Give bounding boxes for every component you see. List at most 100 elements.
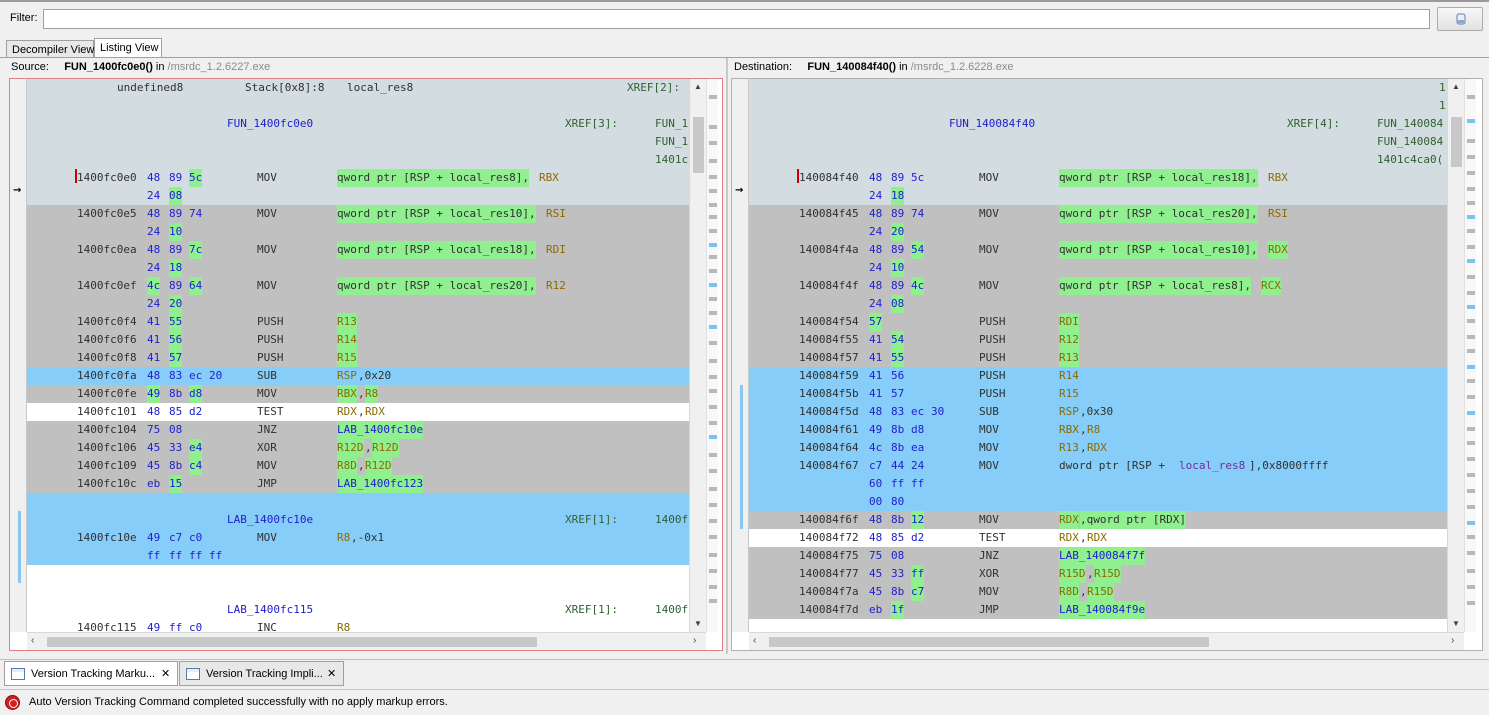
listing-cell[interactable]: RSI xyxy=(1268,205,1288,223)
overview-mark[interactable] xyxy=(709,229,717,233)
listing-cell[interactable]: 89 xyxy=(169,241,182,259)
listing-cell[interactable]: 56 xyxy=(891,367,904,385)
listing-cell[interactable]: 140084f7a xyxy=(799,583,859,601)
listing-cell[interactable]: MOV xyxy=(979,241,999,259)
listing-cell[interactable]: 08 xyxy=(891,547,904,565)
listing-cell[interactable]: eb xyxy=(147,475,160,493)
listing-cell[interactable]: 60 xyxy=(869,475,882,493)
overview-mark[interactable] xyxy=(709,469,717,473)
listing-cell[interactable]: 1400fc0ea xyxy=(77,241,137,259)
listing-row[interactable]: 140084f67 c7 44 24 MOV dword ptr [RSP + local… xyxy=(749,457,1447,475)
listing-row[interactable]: 140084f55 41 54 PUSH R12 xyxy=(749,331,1447,349)
listing-cell[interactable]: ,0x30 xyxy=(1080,403,1113,421)
listing-cell[interactable]: 75 xyxy=(869,547,882,565)
listing-cell[interactable]: c7 xyxy=(869,457,882,475)
listing-cell[interactable]: FUN_1 xyxy=(655,115,688,133)
source-listing-pane[interactable]: → undefined8 Stack[0x8]:8 local_res8 XREF[2… xyxy=(9,78,723,651)
listing-row[interactable]: 140084f4f 48 89 4c MOV qword ptr [RSP + local… xyxy=(749,277,1447,295)
listing-cell[interactable]: d2 xyxy=(911,529,924,547)
listing-cell[interactable]: SUB xyxy=(979,403,999,421)
tab-version-tracking-markup[interactable]: Version Tracking Marku... ✕ xyxy=(4,661,178,686)
listing-cell[interactable]: 74 xyxy=(189,205,202,223)
listing-row[interactable]: LAB_1400fc10e XREF[1]: 1400f xyxy=(27,511,689,529)
destination-listing-pane[interactable]: → undefined8Stack[0x8]:8local_res8XREF[3… xyxy=(731,78,1483,651)
destination-vertical-scrollbar[interactable]: ▲ ▼ xyxy=(1447,79,1464,632)
listing-row[interactable]: 24 20 xyxy=(27,295,689,313)
listing-cell[interactable]: MOV xyxy=(979,205,999,223)
listing-row[interactable]: 24 10 xyxy=(27,223,689,241)
listing-row[interactable]: 1400fc101 48 85 d2 TEST RDX, RDX xyxy=(27,403,689,421)
listing-cell[interactable]: XOR xyxy=(979,565,999,583)
listing-cell[interactable]: 8b xyxy=(891,511,904,529)
overview-mark[interactable] xyxy=(1467,319,1475,323)
listing-row[interactable]: 1 xyxy=(749,97,1447,115)
listing-cell[interactable]: 8b xyxy=(169,457,182,475)
listing-cell[interactable]: INC xyxy=(257,619,277,632)
listing-cell[interactable]: 55 xyxy=(891,349,905,367)
listing-cell[interactable]: 20 xyxy=(169,295,183,313)
listing-cell[interactable]: JMP xyxy=(257,475,277,493)
listing-cell[interactable]: 75 xyxy=(147,421,160,439)
listing-cell[interactable]: 57 xyxy=(891,385,904,403)
close-icon[interactable]: ✕ xyxy=(161,667,170,680)
overview-mark[interactable] xyxy=(709,297,717,301)
listing-row[interactable]: 140084f40 48 89 5c MOV qword ptr [RSP + local… xyxy=(749,169,1447,187)
overview-mark[interactable] xyxy=(709,341,717,345)
listing-cell[interactable]: MOV xyxy=(979,511,999,529)
listing-cell[interactable]: MOV xyxy=(257,169,277,187)
listing-cell[interactable]: 1400fc0ef xyxy=(77,277,137,295)
overview-mark[interactable] xyxy=(709,359,717,363)
listing-cell[interactable]: R12D xyxy=(337,439,364,457)
listing-row[interactable]: 1 xyxy=(749,79,1447,97)
listing-row[interactable]: 140084f4a 48 89 54 MOV qword ptr [RSP + local… xyxy=(749,241,1447,259)
listing-cell[interactable]: 4c xyxy=(869,439,882,457)
listing-cell[interactable]: d2 xyxy=(189,403,202,421)
listing-cell[interactable]: 41 xyxy=(147,313,160,331)
listing-row[interactable]: FUN_1 xyxy=(27,133,689,151)
listing-row[interactable]: 140084f75 75 08 JNZ LAB_140084f7f xyxy=(749,547,1447,565)
listing-cell[interactable]: 30 xyxy=(931,403,944,421)
listing-row[interactable]: 1400fc10e 49 c7 c0 MOV R8 ,-0x1 xyxy=(27,529,689,547)
listing-cell[interactable]: R13 xyxy=(1059,349,1079,367)
listing-cell[interactable]: local_res8 xyxy=(1179,457,1245,475)
listing-row[interactable]: 00 80 xyxy=(749,493,1447,511)
listing-cell[interactable]: 89 xyxy=(891,277,904,295)
listing-cell[interactable]: 1400fc0f8 xyxy=(77,349,137,367)
overview-mark[interactable] xyxy=(1467,601,1475,605)
listing-row[interactable]: 1400fc10c eb 15 JMP LAB_1400fc123 xyxy=(27,475,689,493)
listing-cell[interactable]: 54 xyxy=(911,241,925,259)
listing-row[interactable]: 1400fc106 45 33 e4 XOR R12D, R12D xyxy=(27,439,689,457)
overview-mark[interactable] xyxy=(1467,473,1475,477)
listing-cell[interactable]: 1400f xyxy=(655,511,688,529)
overview-mark[interactable] xyxy=(1467,349,1475,353)
listing-cell[interactable]: LAB_1400fc10e xyxy=(337,421,424,439)
listing-row[interactable]: FUN_140084 xyxy=(749,133,1447,151)
overview-mark[interactable] xyxy=(1467,245,1475,249)
listing-cell[interactable]: 5c xyxy=(189,169,203,187)
listing-cell[interactable]: FUN_140084f40 xyxy=(949,115,1035,133)
listing-cell[interactable]: MOV xyxy=(979,457,999,475)
listing-row[interactable]: 1400fc115 49 ff c0 INC R8 xyxy=(27,619,689,632)
listing-cell[interactable]: 85 xyxy=(891,529,904,547)
overview-mark[interactable] xyxy=(709,375,717,379)
overview-mark[interactable] xyxy=(1467,457,1475,461)
listing-row[interactable]: 140084f6f 48 8b 12 MOV RDX ,qword ptr [RDX] xyxy=(749,511,1447,529)
scroll-down-arrow-icon[interactable]: ▼ xyxy=(1452,619,1460,628)
overview-mark[interactable] xyxy=(1467,365,1475,369)
listing-cell[interactable]: R12 xyxy=(546,277,566,295)
listing-cell[interactable]: XREF[1]: xyxy=(565,601,618,619)
listing-cell[interactable]: LAB_140084f9e xyxy=(1059,601,1146,619)
listing-cell[interactable]: 24 xyxy=(869,187,882,205)
listing-cell[interactable]: 140084f4a xyxy=(799,241,859,259)
filter-input[interactable] xyxy=(43,9,1430,29)
listing-row[interactable]: 1400fc0ef 4c 89 64 MOV qword ptr [RSP + local… xyxy=(27,277,689,295)
listing-cell[interactable]: 4c xyxy=(911,277,925,295)
listing-cell[interactable]: , xyxy=(358,457,365,475)
listing-row[interactable] xyxy=(27,493,689,511)
listing-cell[interactable]: R12D xyxy=(365,457,392,475)
listing-cell[interactable]: FUN_140084 xyxy=(1377,115,1443,133)
listing-cell[interactable]: 89 xyxy=(891,241,904,259)
overview-mark[interactable] xyxy=(709,503,717,507)
listing-cell[interactable]: 8b xyxy=(891,583,904,601)
listing-cell[interactable]: 41 xyxy=(869,331,882,349)
